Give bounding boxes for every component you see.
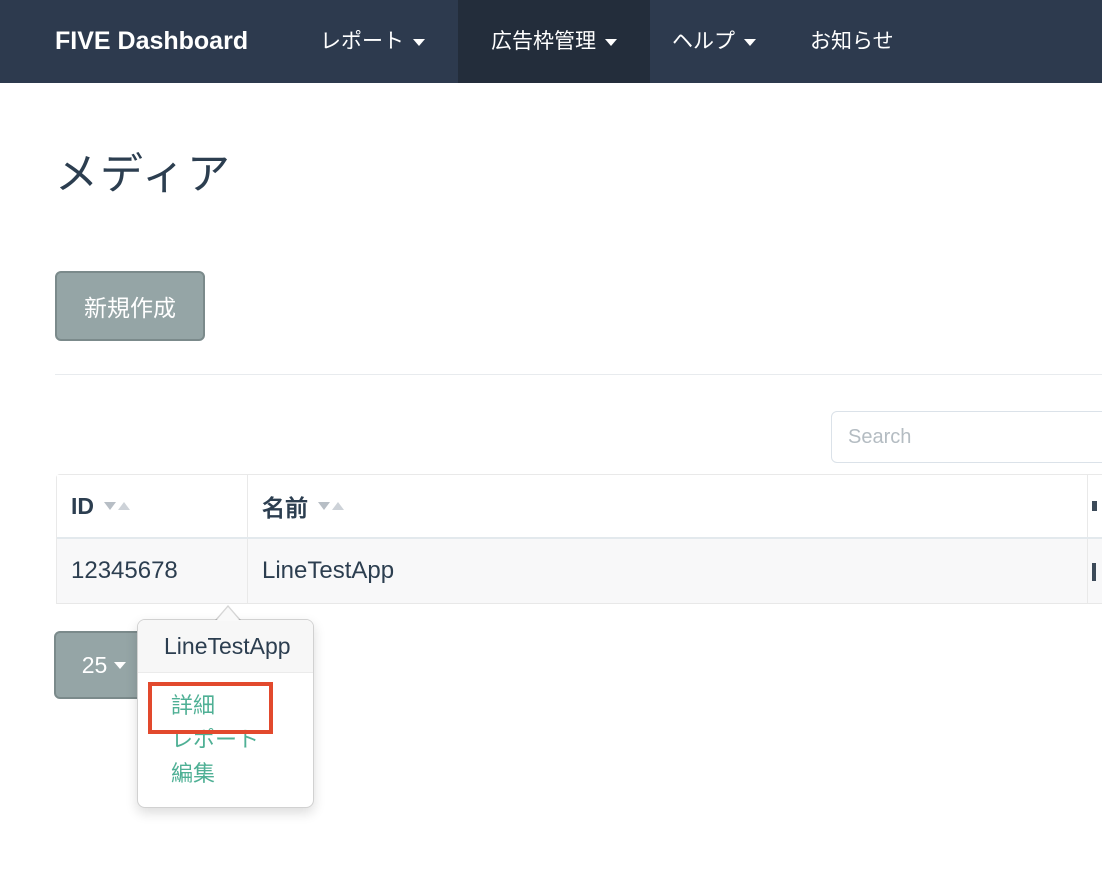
nav-item-news[interactable]: お知らせ [810,0,894,83]
nav-item-ad-slot-management[interactable]: 広告枠管理 [458,0,650,83]
sort-desc-icon [318,502,330,510]
top-navbar: FIVE Dashboard レポート 広告枠管理 ヘルプ お知らせ [0,0,1102,83]
brand-logo[interactable]: FIVE Dashboard [55,0,248,83]
popover-body: 詳細 レポート 編集 [138,673,313,791]
caret-down-icon [744,39,756,46]
sort-icons [318,502,344,510]
nav-item-reports[interactable]: レポート [320,0,425,83]
sort-asc-icon [118,502,130,510]
clipped-text-fragment [1092,563,1096,581]
create-new-button[interactable]: 新規作成 [55,271,205,341]
popover-link-edit[interactable]: 編集 [138,757,313,791]
nav-item-label: レポート [320,30,404,53]
row-action-popover: LineTestApp 詳細 レポート 編集 [137,619,314,808]
caret-down-icon [114,662,126,669]
cell-media-name: LineTestApp [248,539,1088,603]
column-header-name[interactable]: 名前 [248,475,1088,537]
nav-item-label: ヘルプ [672,30,735,53]
media-table: ID 名前 12345678 LineTestApp [56,474,1102,604]
popover-title: LineTestApp [138,620,313,673]
sort-asc-icon [332,502,344,510]
caret-down-icon [413,39,425,46]
nav-item-label: お知らせ [810,30,894,53]
nav-item-help[interactable]: ヘルプ [672,0,756,83]
page-title: メディア [55,140,232,202]
popover-link-report[interactable]: レポート [138,723,313,757]
popover-arrow-icon [216,607,240,621]
nav-item-label: 広告枠管理 [491,30,596,53]
column-header-id[interactable]: ID [57,475,248,537]
sort-icons [104,502,130,510]
table-row[interactable]: 12345678 LineTestApp [57,539,1102,604]
column-label: 名前 [262,489,308,523]
caret-down-icon [605,39,617,46]
cell-clipped [1088,539,1102,603]
search-input[interactable] [831,411,1102,463]
clipped-text-fragment [1092,501,1097,511]
column-header-clipped [1088,475,1102,537]
popover-link-detail[interactable]: 詳細 [138,689,313,723]
page-size-value: 25 [82,652,108,679]
column-label: ID [71,493,94,520]
table-header-row: ID 名前 [57,475,1102,539]
cell-media-id: 12345678 [57,539,248,603]
sort-desc-icon [104,502,116,510]
section-divider [55,374,1102,375]
